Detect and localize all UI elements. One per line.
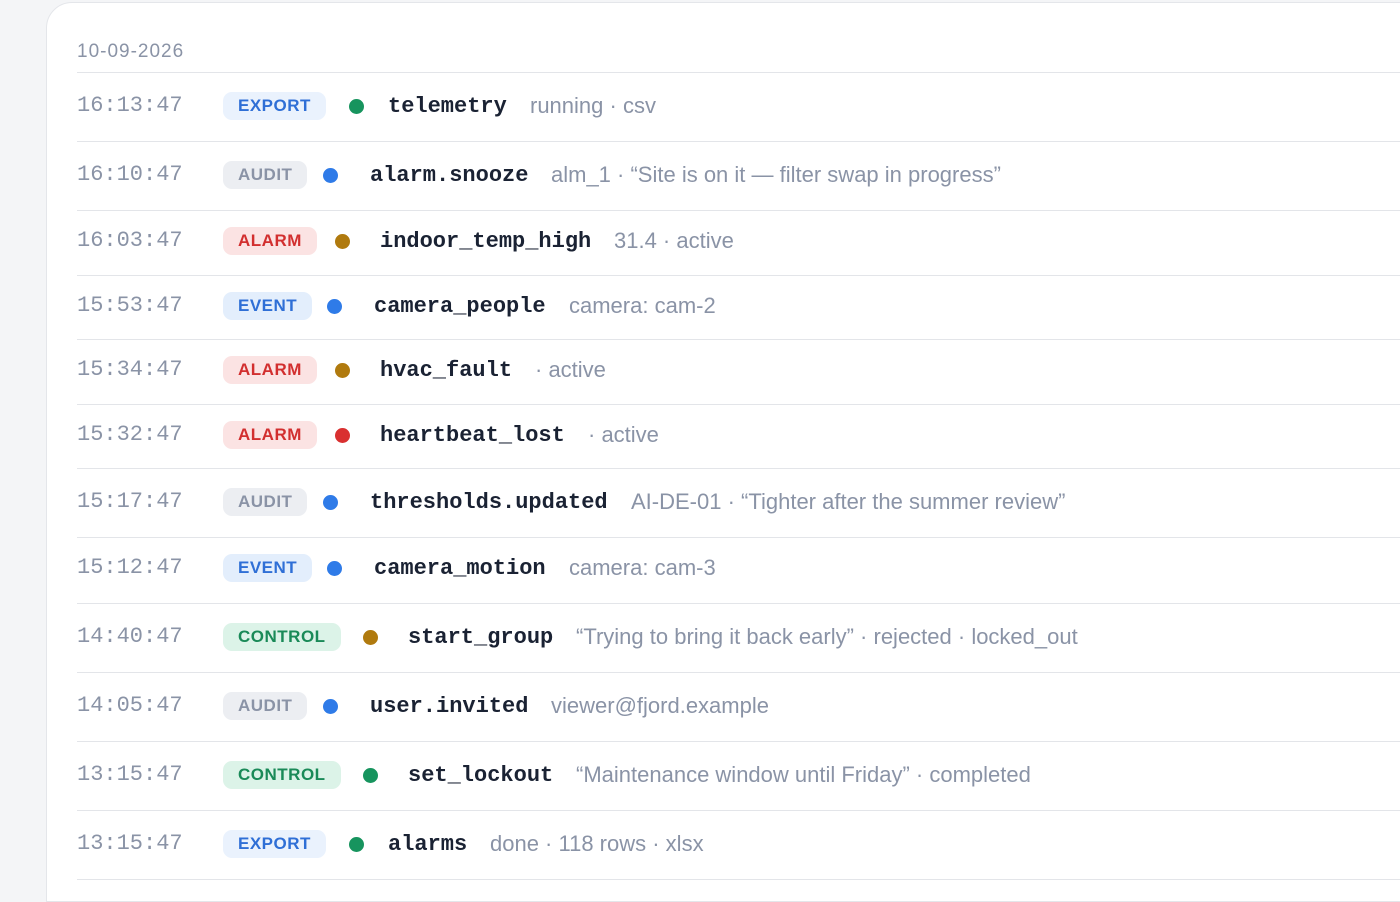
entry-time: 14:40:47 bbox=[77, 624, 183, 649]
status-dot-icon bbox=[363, 630, 378, 645]
entry-time: 13:15:47 bbox=[77, 762, 183, 787]
category-badge: AUDIT bbox=[223, 161, 308, 189]
status-dot-icon bbox=[323, 699, 338, 714]
log-entry-row[interactable]: 16:13:47 EXPORT telemetry running · csv bbox=[77, 73, 1400, 142]
status-dot-icon bbox=[327, 299, 342, 314]
entry-detail: alm_1 · “Site is on it — filter swap in … bbox=[551, 162, 1001, 187]
category-badge: ALARM bbox=[223, 356, 317, 384]
category-badge: AUDIT bbox=[223, 488, 308, 516]
entry-detail: done · 118 rows · xlsx bbox=[490, 831, 704, 856]
log-entry-row[interactable]: 15:17:47 AUDIT thresholds.updated AI-DE-01 … bbox=[77, 469, 1400, 538]
category-badge: EXPORT bbox=[223, 830, 326, 858]
entry-name: camera_motion bbox=[374, 556, 546, 581]
log-entry-row[interactable]: 16:10:47 AUDIT alarm.snooze alm_1 · “Site i… bbox=[77, 142, 1400, 211]
entry-time: 16:13:47 bbox=[77, 93, 183, 118]
log-entry-row[interactable]: 15:34:47 ALARM hvac_fault · active bbox=[77, 340, 1400, 405]
entry-time: 14:05:47 bbox=[77, 693, 183, 718]
status-dot-icon bbox=[349, 837, 364, 852]
entry-time: 16:03:47 bbox=[77, 228, 183, 253]
status-dot-icon bbox=[327, 561, 342, 576]
category-badge: CONTROL bbox=[223, 623, 341, 651]
category-badge: EXPORT bbox=[223, 92, 326, 120]
entry-detail: · active bbox=[588, 422, 659, 447]
log-entry-row[interactable]: 15:32:47 ALARM heartbeat_lost · active bbox=[77, 405, 1400, 469]
status-dot-icon bbox=[363, 768, 378, 783]
entry-name: telemetry bbox=[388, 94, 507, 119]
entry-name: alarm.snooze bbox=[370, 163, 529, 188]
entry-name: camera_people bbox=[374, 294, 546, 319]
entry-detail: camera: cam-2 bbox=[569, 293, 716, 318]
entry-time: 13:15:47 bbox=[77, 831, 183, 856]
entry-detail: running · csv bbox=[530, 93, 656, 118]
status-dot-icon bbox=[335, 428, 350, 443]
category-badge: CONTROL bbox=[223, 761, 341, 789]
entry-name: start_group bbox=[408, 625, 554, 650]
entry-name: thresholds.updated bbox=[370, 490, 608, 515]
entry-time: 15:17:47 bbox=[77, 489, 183, 514]
entry-time: 15:53:47 bbox=[77, 293, 183, 318]
status-dot-icon bbox=[335, 234, 350, 249]
entry-detail: · active bbox=[535, 357, 606, 382]
entry-detail: 31.4 · active bbox=[614, 228, 734, 253]
entry-detail: “Maintenance window until Friday” · comp… bbox=[576, 762, 1031, 787]
entry-detail: camera: cam-3 bbox=[569, 555, 716, 580]
status-dot-icon bbox=[323, 495, 338, 510]
entry-name: heartbeat_lost bbox=[380, 423, 565, 448]
entry-name: indoor_temp_high bbox=[380, 229, 592, 254]
log-entry-row[interactable]: 15:12:47 EVENT camera_motion camera: cam-3 bbox=[77, 538, 1400, 604]
log-entry-list: 16:13:47 EXPORT telemetry running · csv 16:1… bbox=[77, 73, 1400, 880]
entry-name: hvac_fault bbox=[380, 358, 513, 383]
entry-time: 15:12:47 bbox=[77, 555, 183, 580]
log-entry-row[interactable]: 14:40:47 CONTROL start_group “Trying to bri… bbox=[77, 604, 1400, 673]
log-entry-row[interactable]: 16:03:47 ALARM indoor_temp_high 31.4 · acti… bbox=[77, 211, 1400, 276]
entry-name: user.invited bbox=[370, 694, 529, 719]
entry-name: set_lockout bbox=[408, 763, 554, 788]
category-badge: ALARM bbox=[223, 227, 317, 255]
category-badge: EVENT bbox=[223, 292, 313, 320]
category-badge: AUDIT bbox=[223, 692, 308, 720]
log-entry-row[interactable]: 14:05:47 AUDIT user.invited viewer@fjord.ex… bbox=[77, 673, 1400, 742]
category-badge: EVENT bbox=[223, 554, 313, 582]
entry-detail: AI-DE-01 · “Tighter after the summer rev… bbox=[631, 489, 1066, 514]
entry-time: 15:32:47 bbox=[77, 422, 183, 447]
status-dot-icon bbox=[349, 99, 364, 114]
category-badge: ALARM bbox=[223, 421, 317, 449]
entry-time: 15:34:47 bbox=[77, 357, 183, 382]
status-dot-icon bbox=[335, 363, 350, 378]
log-date-header: 10-09-2026 bbox=[77, 41, 185, 62]
entry-name: alarms bbox=[388, 832, 468, 857]
entry-time: 16:10:47 bbox=[77, 162, 183, 187]
log-entry-row[interactable]: 13:15:47 CONTROL set_lockout “Maintenance w… bbox=[77, 742, 1400, 811]
entry-detail: “Trying to bring it back early” · reject… bbox=[576, 624, 1078, 649]
entry-detail: viewer@fjord.example bbox=[551, 693, 769, 718]
activity-log-panel: 10-09-2026 16:13:47 EXPORT telemetry runnin… bbox=[46, 2, 1400, 902]
status-dot-icon bbox=[323, 168, 338, 183]
log-entry-row[interactable]: 15:53:47 EVENT camera_people camera: cam-2 bbox=[77, 276, 1400, 340]
log-entry-row[interactable]: 13:15:47 EXPORT alarms done · 118 rows · xl… bbox=[77, 811, 1400, 880]
